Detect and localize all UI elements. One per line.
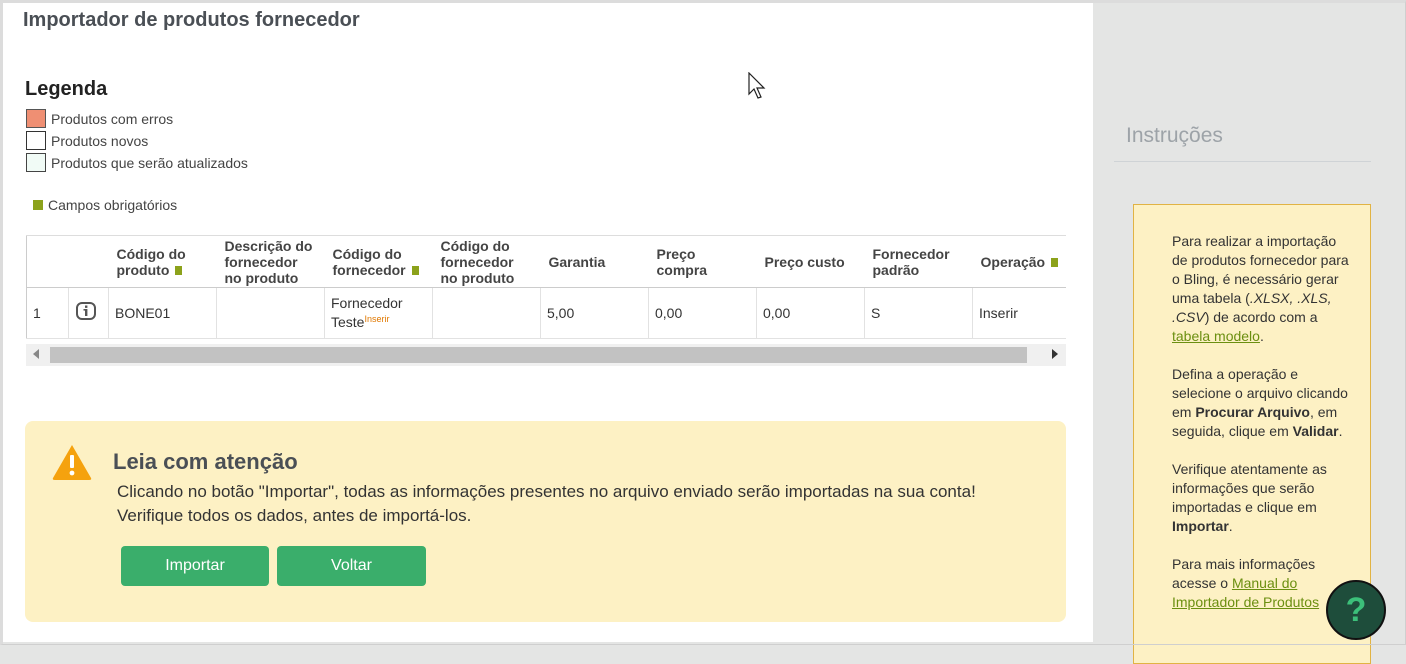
instructions-paragraph-2: Defina a operação e selecione o arquivo … xyxy=(1172,366,1348,439)
header-index xyxy=(26,235,69,288)
legend-label: Produtos que serão atualizados xyxy=(51,154,248,171)
scroll-right-icon[interactable] xyxy=(1052,349,1058,359)
alert-line-1: Clicando no botão "Importar", todas as i… xyxy=(117,482,976,501)
table-row: 1 BONE01 Fornecedor TesteInserir 5,00 0,… xyxy=(26,287,1066,339)
legend-label: Produtos novos xyxy=(51,132,149,149)
instructions-paragraph-4: Para mais informações acesse o Manual do… xyxy=(1172,556,1320,610)
alert-title: Leia com atenção xyxy=(113,449,298,474)
scrollbar-thumb[interactable] xyxy=(50,347,1027,363)
info-icon[interactable] xyxy=(75,301,97,326)
updated-swatch xyxy=(26,153,46,172)
legend-item-updated: Produtos que serão atualizados xyxy=(26,153,248,172)
required-fields-note: Campos obrigatórios xyxy=(33,197,177,213)
legend-item-errors: Produtos com erros xyxy=(26,109,173,128)
required-marker-icon xyxy=(33,200,43,210)
help-button[interactable]: ? xyxy=(1326,580,1386,640)
header-garantia: Garantia xyxy=(540,235,649,288)
required-fields-label: Campos obrigatórios xyxy=(48,197,178,213)
header-codigo-fornecedor: Código do fornecedor xyxy=(324,235,433,288)
legend-item-new: Produtos novos xyxy=(26,131,148,150)
header-descricao: Descrição do fornecedor no produto xyxy=(216,235,325,288)
required-marker-icon xyxy=(1051,257,1059,267)
warning-icon xyxy=(51,443,93,486)
page-title: Importador de produtos fornecedor xyxy=(23,9,360,31)
warning-alert: Leia com atenção Clicando no botão "Impo… xyxy=(25,421,1066,622)
cell-preco-custo: 0,00 xyxy=(756,287,865,339)
cell-codigo-fornecedor-produto xyxy=(432,287,541,339)
legend-label: Produtos com erros xyxy=(51,110,174,127)
products-table-container: Código do produto Descrição do fornecedo… xyxy=(26,235,1066,366)
cell-fornecedor-padrao: S xyxy=(864,287,973,339)
cell-descricao xyxy=(216,287,325,339)
header-preco-custo: Preço custo xyxy=(756,235,865,288)
back-button[interactable]: Voltar xyxy=(277,546,426,586)
alert-line-2: Verifique todos os dados, antes de impor… xyxy=(117,506,472,525)
mouse-cursor-icon xyxy=(748,71,768,105)
insert-tag: Inserir xyxy=(364,314,390,324)
alert-message: Clicando no botão "Importar", todas as i… xyxy=(117,480,1057,528)
header-codigo-fornecedor-produto: Código do fornecedor no produto xyxy=(432,235,541,288)
cell-index: 1 xyxy=(26,287,69,339)
new-swatch xyxy=(26,131,46,150)
header-operacao: Operação xyxy=(972,235,1066,288)
cell-info[interactable] xyxy=(68,287,109,339)
cell-operacao: Inserir xyxy=(972,287,1066,339)
header-codigo-produto: Código do produto xyxy=(108,235,217,288)
table-header-row: Código do produto Descrição do fornecedo… xyxy=(26,235,1066,288)
header-fornecedor-padrao: Fornecedor padrão xyxy=(864,235,973,288)
cell-garantia: 5,00 xyxy=(540,287,649,339)
legend-title: Legenda xyxy=(25,78,108,100)
cell-codigo-fornecedor: Fornecedor TesteInserir xyxy=(324,287,433,339)
products-table: Código do produto Descrição do fornecedo… xyxy=(26,235,1066,339)
scroll-left-icon[interactable] xyxy=(33,349,39,359)
cell-preco-compra: 0,00 xyxy=(648,287,757,339)
instructions-text: Para realizar a importação de produtos f… xyxy=(1172,232,1352,631)
header-icon xyxy=(68,235,109,288)
instructions-title: Instruções xyxy=(1126,124,1223,147)
header-preco-compra: Preço compra xyxy=(648,235,757,288)
instructions-paragraph-3: Verifique atentamente as informações que… xyxy=(1172,461,1327,534)
instructions-paragraph-1: Para realizar a importação de produtos f… xyxy=(1172,233,1349,344)
import-button[interactable]: Importar xyxy=(121,546,269,586)
template-table-link[interactable]: tabela modelo xyxy=(1172,328,1260,344)
cell-codigo-produto: BONE01 xyxy=(108,287,217,339)
required-marker-icon xyxy=(411,265,419,275)
required-marker-icon xyxy=(175,265,183,275)
main-panel: Importador de produtos fornecedor Legend… xyxy=(3,3,1093,642)
horizontal-scrollbar[interactable] xyxy=(26,344,1066,366)
error-swatch xyxy=(26,109,46,128)
instructions-divider xyxy=(1114,161,1371,162)
